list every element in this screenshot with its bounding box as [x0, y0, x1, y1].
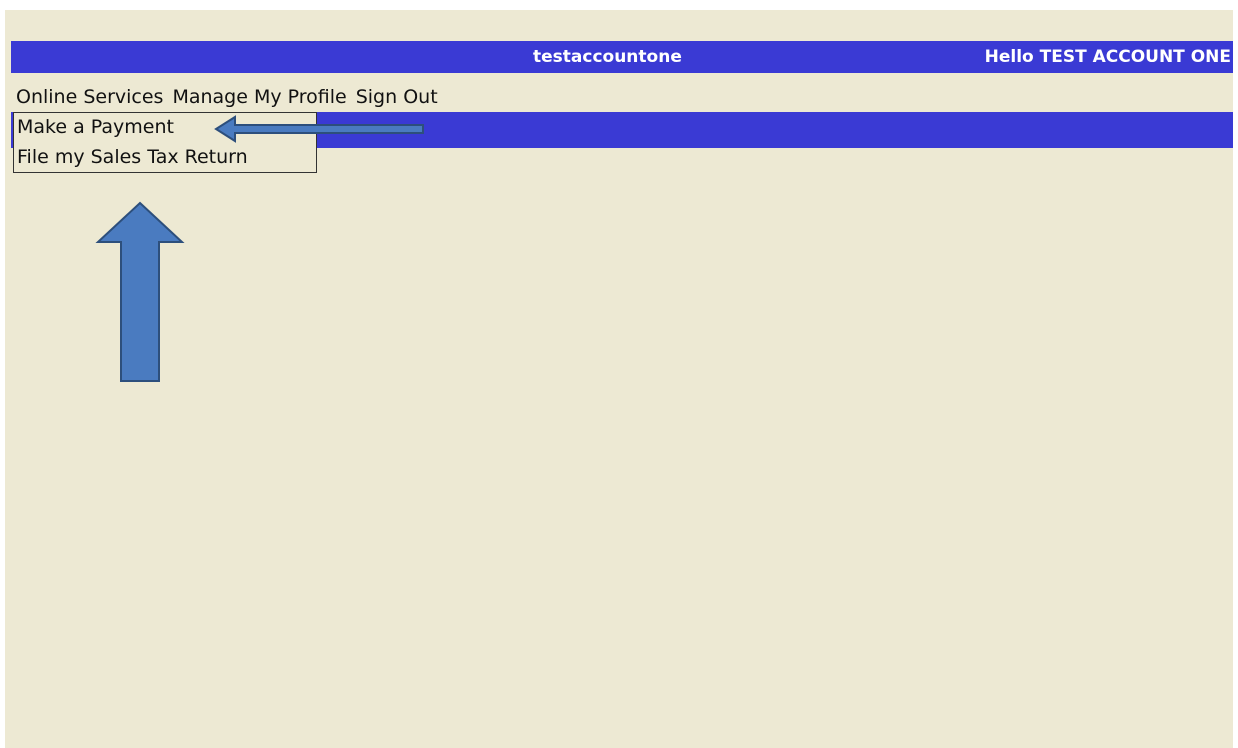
- account-name: testaccountone: [533, 47, 682, 67]
- page-body: testaccountone Hello TEST ACCOUNT ONE On…: [5, 10, 1233, 748]
- menu-manage-my-profile[interactable]: Manage My Profile: [172, 86, 346, 108]
- user-greeting: Hello TEST ACCOUNT ONE: [984, 47, 1231, 67]
- header-bar: testaccountone Hello TEST ACCOUNT ONE: [11, 41, 1233, 73]
- dropdown-item-make-a-payment[interactable]: Make a Payment: [14, 113, 316, 143]
- online-services-dropdown: Make a Payment File my Sales Tax Return: [13, 112, 317, 173]
- dropdown-item-file-sales-tax-return[interactable]: File my Sales Tax Return: [14, 143, 316, 172]
- menu-online-services[interactable]: Online Services: [16, 86, 163, 108]
- main-menu: Online Services Manage My Profile Sign Out: [16, 86, 447, 110]
- menu-sign-out[interactable]: Sign Out: [356, 86, 438, 108]
